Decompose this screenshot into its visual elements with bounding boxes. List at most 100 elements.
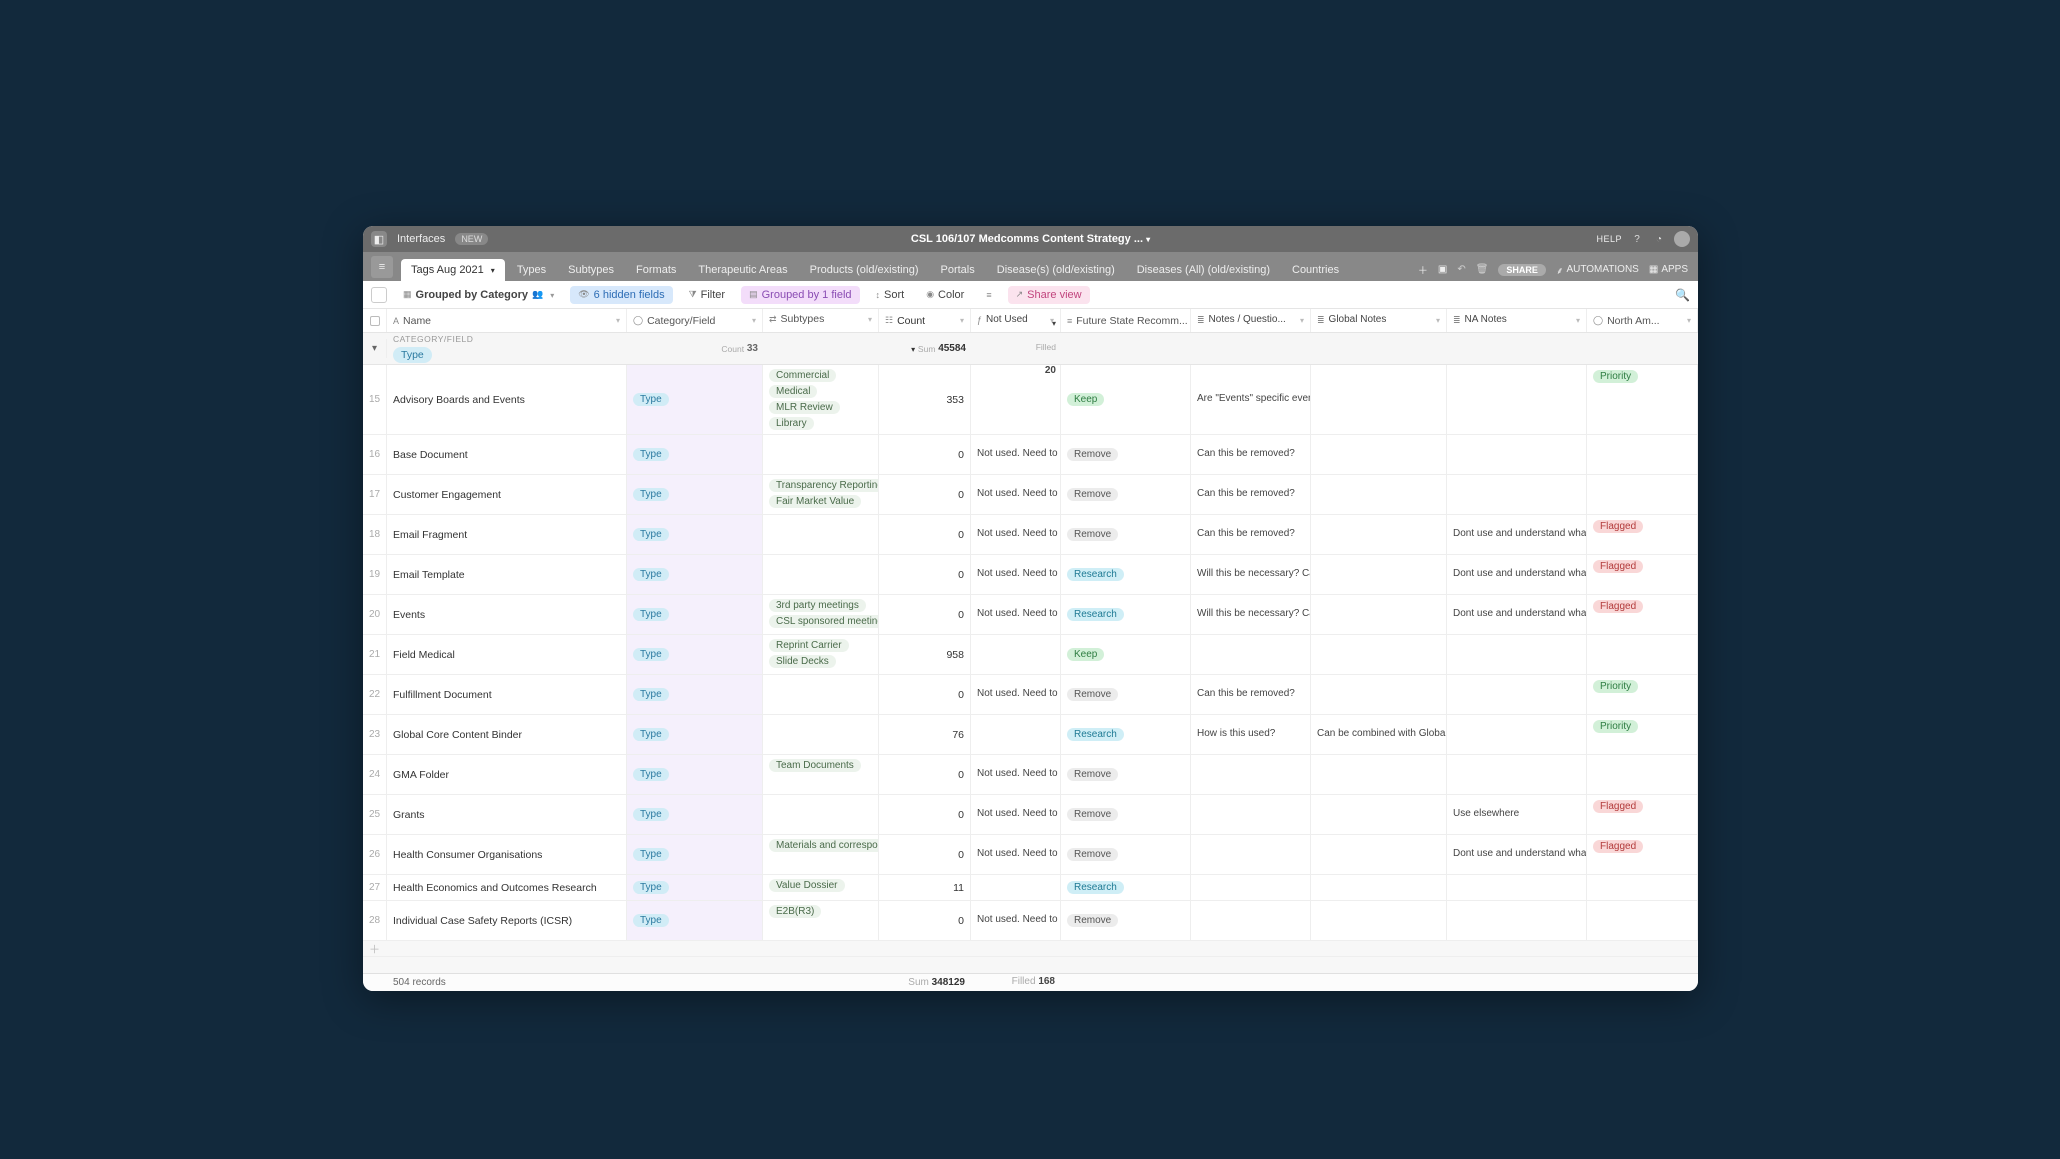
cell-future-state[interactable]: Research: [1061, 875, 1191, 900]
row-number[interactable]: 20: [363, 595, 387, 634]
row-number[interactable]: 18: [363, 515, 387, 554]
table-row[interactable]: 16Base DocumentType0Not used. Need to re…: [363, 435, 1698, 475]
cell-not-used[interactable]: [971, 365, 1061, 434]
cell-count[interactable]: 0: [879, 435, 971, 474]
row-number[interactable]: 15: [363, 365, 387, 434]
col-category[interactable]: ◯Category/Field▾: [627, 309, 763, 332]
cell-subtypes[interactable]: [763, 515, 879, 554]
cell-not-used[interactable]: Not used. Need to review.: [971, 515, 1061, 554]
cell-global-notes[interactable]: [1311, 475, 1447, 514]
cell-notes[interactable]: [1191, 755, 1311, 794]
table-tab[interactable]: Portals: [931, 259, 985, 281]
cell-notes[interactable]: [1191, 835, 1311, 874]
cell-name[interactable]: Customer Engagement: [387, 475, 627, 514]
add-row-button[interactable]: ＋: [363, 941, 1698, 957]
table-row[interactable]: 23Global Core Content BinderType76Resear…: [363, 715, 1698, 755]
cell-count[interactable]: 0: [879, 901, 971, 940]
cell-na-notes[interactable]: Dont use and understand what should be i…: [1447, 835, 1587, 874]
cell-future-state[interactable]: Remove: [1061, 515, 1191, 554]
cell-name[interactable]: Advisory Boards and Events: [387, 365, 627, 434]
cell-north-am[interactable]: Flagged: [1587, 595, 1698, 634]
cell-subtypes[interactable]: [763, 555, 879, 594]
table-tab[interactable]: Products (old/existing): [800, 259, 929, 281]
cell-not-used[interactable]: Not used. Need to review.: [971, 595, 1061, 634]
row-number[interactable]: 17: [363, 475, 387, 514]
cell-not-used[interactable]: [971, 715, 1061, 754]
cell-notes[interactable]: Can this be removed?: [1191, 675, 1311, 714]
table-tab[interactable]: Diseases (All) (old/existing): [1127, 259, 1280, 281]
cell-future-state[interactable]: Remove: [1061, 435, 1191, 474]
col-notes[interactable]: ≣Notes / Questio...▾: [1191, 309, 1311, 332]
cell-north-am[interactable]: [1587, 435, 1698, 474]
cell-north-am[interactable]: Priority: [1587, 365, 1698, 434]
share-view-button[interactable]: ↗ Share view: [1008, 286, 1090, 304]
cell-count[interactable]: 0: [879, 555, 971, 594]
row-number[interactable]: 25: [363, 795, 387, 834]
cell-category[interactable]: Type: [627, 875, 763, 900]
share-button[interactable]: SHARE: [1498, 264, 1546, 276]
cell-category[interactable]: Type: [627, 715, 763, 754]
cell-subtypes[interactable]: Value Dossier: [763, 875, 879, 900]
cell-category[interactable]: Type: [627, 595, 763, 634]
group-header[interactable]: ▾ CATEGORY/FIELD Type Count 33 ▾ Sum 455…: [363, 333, 1698, 365]
cell-category[interactable]: Type: [627, 835, 763, 874]
cell-count[interactable]: 11: [879, 875, 971, 900]
cell-future-state[interactable]: Keep: [1061, 635, 1191, 674]
row-number[interactable]: 24: [363, 755, 387, 794]
cell-na-notes[interactable]: [1447, 675, 1587, 714]
cell-future-state[interactable]: Research: [1061, 715, 1191, 754]
airtable-logo-icon[interactable]: ◧: [371, 231, 387, 247]
col-subtypes[interactable]: ⇄Subtypes▾: [763, 309, 879, 332]
extensions-icon[interactable]: ▣: [1438, 264, 1447, 275]
cell-global-notes[interactable]: [1311, 875, 1447, 900]
cell-count[interactable]: 0: [879, 795, 971, 834]
table-row[interactable]: 21Field MedicalTypeReprint CarrierSlide …: [363, 635, 1698, 675]
col-north-am[interactable]: ◯North Am...▾: [1587, 309, 1698, 332]
cell-notes[interactable]: Will this be necessary? Can it be remove…: [1191, 595, 1311, 634]
col-global-notes[interactable]: ≣Global Notes▾: [1311, 309, 1447, 332]
cell-category[interactable]: Type: [627, 795, 763, 834]
cell-na-notes[interactable]: [1447, 435, 1587, 474]
col-na-notes[interactable]: ≣NA Notes▾: [1447, 309, 1587, 332]
cell-subtypes[interactable]: E2B(R3): [763, 901, 879, 940]
cell-na-notes[interactable]: Dont use and understand what should be i…: [1447, 555, 1587, 594]
cell-na-notes[interactable]: [1447, 635, 1587, 674]
cell-count[interactable]: 0: [879, 835, 971, 874]
apps-button[interactable]: ▦APPS: [1649, 264, 1688, 275]
cell-north-am[interactable]: [1587, 475, 1698, 514]
cell-count[interactable]: 958: [879, 635, 971, 674]
table-row[interactable]: 25GrantsType0Not used. Need to review.Re…: [363, 795, 1698, 835]
cell-count[interactable]: 76: [879, 715, 971, 754]
cell-future-state[interactable]: Remove: [1061, 901, 1191, 940]
col-name[interactable]: AName▾: [387, 309, 627, 332]
table-row[interactable]: 27Health Economics and Outcomes Research…: [363, 875, 1698, 901]
cell-global-notes[interactable]: [1311, 755, 1447, 794]
cell-global-notes[interactable]: [1311, 365, 1447, 434]
cell-na-notes[interactable]: [1447, 475, 1587, 514]
cell-future-state[interactable]: Remove: [1061, 675, 1191, 714]
cell-subtypes[interactable]: Materials and correspo: [763, 835, 879, 874]
cell-category[interactable]: Type: [627, 635, 763, 674]
cell-notes[interactable]: Can this be removed?: [1191, 475, 1311, 514]
cell-name[interactable]: Email Fragment: [387, 515, 627, 554]
cell-name[interactable]: Health Consumer Organisations: [387, 835, 627, 874]
cell-category[interactable]: Type: [627, 675, 763, 714]
sort-button[interactable]: ↕ Sort: [870, 286, 911, 304]
cell-name[interactable]: Email Template: [387, 555, 627, 594]
cell-north-am[interactable]: Priority: [1587, 675, 1698, 714]
row-number[interactable]: 22: [363, 675, 387, 714]
cell-subtypes[interactable]: Team Documents: [763, 755, 879, 794]
table-tab[interactable]: Countries: [1282, 259, 1349, 281]
view-sidebar-toggle[interactable]: [371, 287, 387, 303]
cell-category[interactable]: Type: [627, 901, 763, 940]
user-avatar[interactable]: [1674, 231, 1690, 247]
cell-category[interactable]: Type: [627, 475, 763, 514]
cell-not-used[interactable]: [971, 635, 1061, 674]
cell-category[interactable]: Type: [627, 755, 763, 794]
cell-global-notes[interactable]: [1311, 635, 1447, 674]
cell-not-used[interactable]: Not used. Need to review.: [971, 901, 1061, 940]
search-icon[interactable]: 🔍: [1675, 288, 1690, 302]
table-row[interactable]: 19Email TemplateType0Not used. Need to r…: [363, 555, 1698, 595]
cell-not-used[interactable]: Not used. Need to review.: [971, 755, 1061, 794]
table-tab[interactable]: Disease(s) (old/existing): [987, 259, 1125, 281]
